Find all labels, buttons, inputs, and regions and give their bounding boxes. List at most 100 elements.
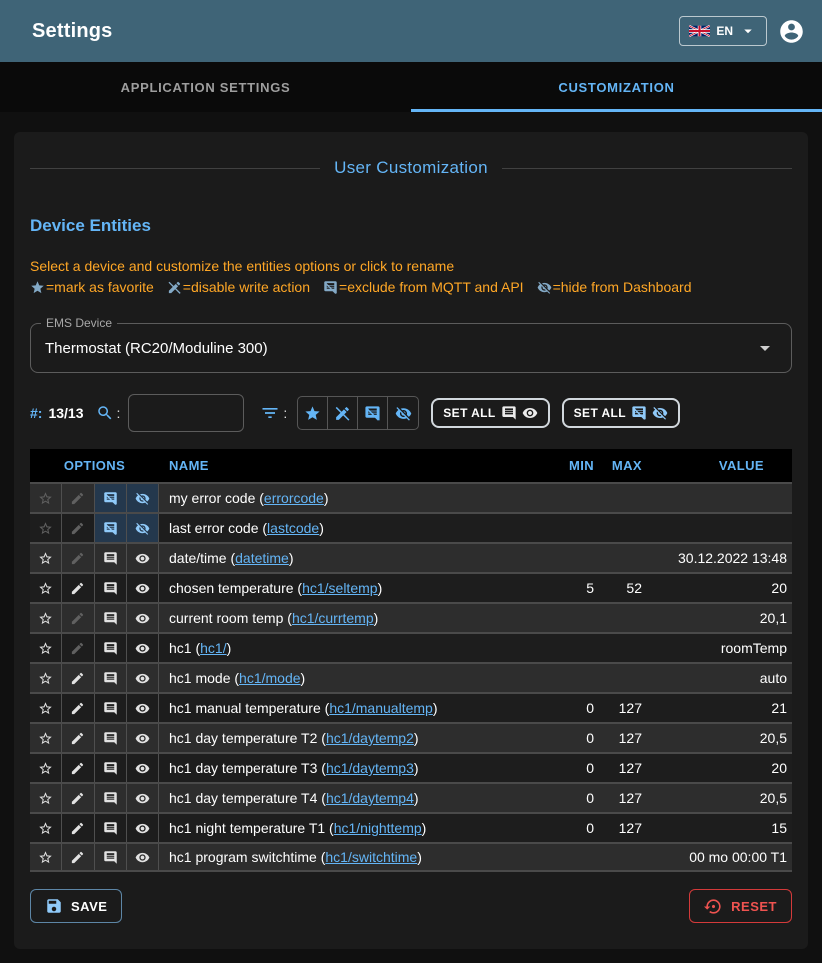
edit-button[interactable] bbox=[62, 694, 94, 722]
edit-button[interactable] bbox=[62, 544, 94, 572]
edit-button[interactable] bbox=[62, 604, 94, 632]
edit-icon bbox=[70, 641, 85, 656]
mqtt-exclude-button[interactable] bbox=[95, 604, 127, 632]
filter-exclude-mqtt-toggle[interactable] bbox=[358, 397, 388, 429]
mqtt-exclude-button[interactable] bbox=[95, 754, 127, 782]
mqtt-exclude-button[interactable] bbox=[95, 664, 127, 692]
visibility-button[interactable] bbox=[127, 724, 159, 752]
entity-link[interactable]: hc1/manualtemp bbox=[329, 700, 433, 716]
favorite-button[interactable] bbox=[30, 634, 62, 662]
entity-max: 127 bbox=[594, 754, 642, 782]
entity-link[interactable]: hc1/daytemp3 bbox=[326, 760, 414, 776]
visibility-button[interactable] bbox=[127, 544, 159, 572]
comment-icon bbox=[103, 761, 118, 776]
mqtt-exclude-button[interactable] bbox=[95, 844, 127, 870]
account-circle-icon[interactable] bbox=[778, 18, 805, 45]
entity-link[interactable]: lastcode bbox=[267, 520, 319, 536]
visibility-button[interactable] bbox=[127, 664, 159, 692]
entity-link[interactable]: hc1/mode bbox=[239, 670, 300, 686]
legend-exclude-mqtt: =exclude from MQTT and API bbox=[323, 279, 524, 295]
visibility-button[interactable] bbox=[127, 694, 159, 722]
visibility-icon bbox=[135, 551, 150, 566]
restore-icon bbox=[704, 897, 723, 916]
save-button[interactable]: SAVE bbox=[30, 889, 122, 923]
edit-button[interactable] bbox=[62, 844, 94, 870]
visibility-button[interactable] bbox=[127, 574, 159, 602]
entity-link[interactable]: hc1/daytemp2 bbox=[326, 730, 414, 746]
favorite-button[interactable] bbox=[30, 604, 62, 632]
row-options bbox=[30, 574, 159, 602]
entity-link[interactable]: hc1/nighttemp bbox=[334, 820, 422, 836]
entity-link[interactable]: errorcode bbox=[264, 490, 324, 506]
header-options: OPTIONS bbox=[30, 458, 159, 473]
mqtt-exclude-button[interactable] bbox=[95, 574, 127, 602]
visibility-button[interactable] bbox=[127, 844, 159, 870]
edit-button[interactable] bbox=[62, 634, 94, 662]
visibility-button[interactable] bbox=[127, 604, 159, 632]
mqtt-exclude-button[interactable] bbox=[95, 694, 127, 722]
edit-button[interactable] bbox=[62, 814, 94, 842]
visibility-button[interactable] bbox=[127, 754, 159, 782]
edit-button[interactable] bbox=[62, 514, 94, 542]
favorite-button[interactable] bbox=[30, 844, 62, 870]
edit-button[interactable] bbox=[62, 784, 94, 812]
favorite-button[interactable] bbox=[30, 724, 62, 752]
filter-disable-write-toggle[interactable] bbox=[328, 397, 358, 429]
comments-disabled-icon bbox=[103, 491, 118, 506]
edit-button[interactable] bbox=[62, 724, 94, 752]
visibility-button[interactable] bbox=[127, 814, 159, 842]
favorite-button[interactable] bbox=[30, 694, 62, 722]
edit-button[interactable] bbox=[62, 574, 94, 602]
entity-link[interactable]: hc1/currtemp bbox=[292, 610, 374, 626]
entity-name: hc1 day temperature T3 (hc1/daytemp3) bbox=[159, 754, 550, 782]
favorite-button[interactable] bbox=[30, 814, 62, 842]
mqtt-exclude-button[interactable] bbox=[95, 724, 127, 752]
favorite-button[interactable] bbox=[30, 664, 62, 692]
visibility-button[interactable] bbox=[127, 634, 159, 662]
entity-min bbox=[550, 664, 594, 692]
ems-device-select[interactable]: EMS Device Thermostat (RC20/Moduline 300… bbox=[30, 323, 792, 373]
mqtt-exclude-button[interactable] bbox=[95, 634, 127, 662]
edit-button[interactable] bbox=[62, 754, 94, 782]
edit-button[interactable] bbox=[62, 664, 94, 692]
entity-name: hc1 night temperature T1 (hc1/nighttemp) bbox=[159, 814, 550, 842]
favorite-button[interactable] bbox=[30, 514, 62, 542]
entity-name: hc1 program switchtime (hc1/switchtime) bbox=[159, 844, 550, 870]
reset-button[interactable]: RESET bbox=[689, 889, 792, 923]
mqtt-exclude-button[interactable] bbox=[95, 814, 127, 842]
edit-button[interactable] bbox=[62, 484, 94, 512]
favorite-button[interactable] bbox=[30, 544, 62, 572]
mqtt-exclude-button[interactable] bbox=[95, 544, 127, 572]
favorite-button[interactable] bbox=[30, 784, 62, 812]
favorite-button[interactable] bbox=[30, 754, 62, 782]
tab-application-settings[interactable]: APPLICATION SETTINGS bbox=[0, 62, 411, 112]
language-select[interactable]: EN bbox=[679, 16, 767, 46]
favorite-button[interactable] bbox=[30, 574, 62, 602]
mqtt-exclude-button[interactable] bbox=[95, 484, 127, 512]
uk-flag-icon bbox=[689, 25, 710, 37]
entity-link[interactable]: hc1/seltemp bbox=[302, 580, 377, 596]
search-input[interactable] bbox=[128, 394, 244, 432]
set-all-visible-button[interactable]: SET ALL bbox=[431, 398, 549, 428]
visibility-button[interactable] bbox=[127, 514, 159, 542]
mqtt-exclude-button[interactable] bbox=[95, 784, 127, 812]
visibility-button[interactable] bbox=[127, 784, 159, 812]
tab-customization[interactable]: CUSTOMIZATION bbox=[411, 62, 822, 112]
favorite-button[interactable] bbox=[30, 484, 62, 512]
visibility-button[interactable] bbox=[127, 484, 159, 512]
entity-link[interactable]: hc1/ bbox=[200, 640, 226, 656]
count-label: #: bbox=[30, 405, 42, 421]
mqtt-exclude-button[interactable] bbox=[95, 514, 127, 542]
entity-min: 0 bbox=[550, 814, 594, 842]
filter-favorite-toggle[interactable] bbox=[298, 397, 328, 429]
entity-link[interactable]: hc1/daytemp4 bbox=[326, 790, 414, 806]
filter-hide-dashboard-toggle[interactable] bbox=[388, 397, 418, 429]
entity-value: 15 bbox=[642, 814, 792, 842]
entity-link[interactable]: datetime bbox=[235, 550, 289, 566]
entity-value bbox=[642, 484, 792, 512]
table-row: hc1 day temperature T2 (hc1/daytemp2) 0 … bbox=[30, 722, 792, 752]
row-options bbox=[30, 754, 159, 782]
star-outline-icon bbox=[38, 850, 53, 865]
set-all-hidden-button[interactable]: SET ALL bbox=[562, 398, 680, 428]
entity-link[interactable]: hc1/switchtime bbox=[325, 849, 417, 865]
